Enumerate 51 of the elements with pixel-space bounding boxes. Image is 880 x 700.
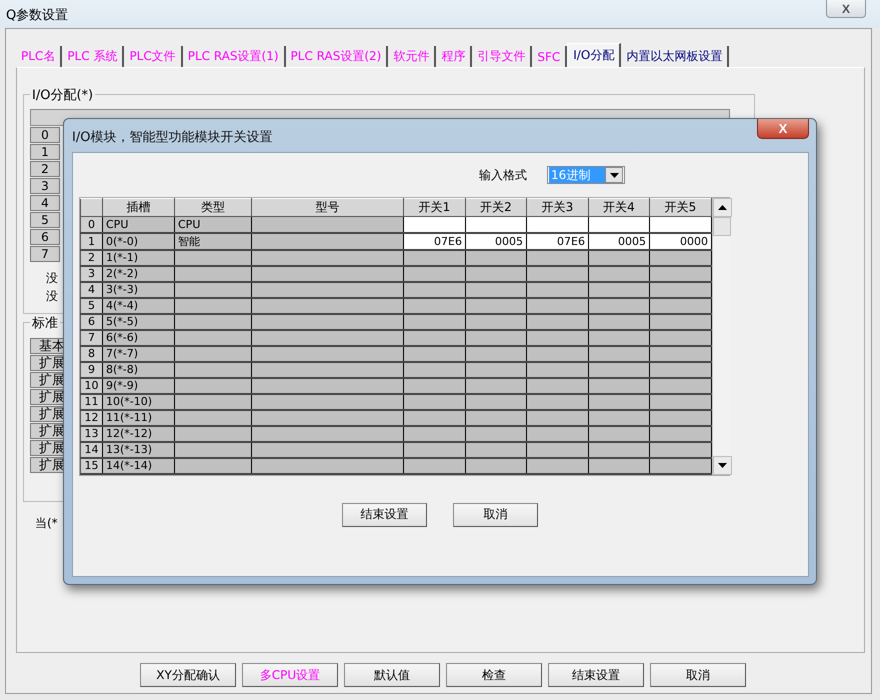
table-cell[interactable]	[588, 216, 650, 232]
column-header: 类型	[174, 198, 252, 216]
row-number: 7	[30, 246, 60, 262]
scroll-down-button[interactable]	[713, 456, 732, 474]
scrollbar[interactable]	[712, 198, 731, 474]
table-cell: CPU	[102, 216, 174, 232]
button[interactable]: 取消	[453, 502, 538, 526]
dropdown-arrow-button[interactable]	[605, 167, 623, 183]
table-cell[interactable]	[650, 216, 712, 232]
column-header: 开关2	[466, 198, 526, 216]
button[interactable]: 检查	[446, 663, 542, 687]
table-cell[interactable]	[466, 216, 526, 232]
tab[interactable]: I/O分配	[567, 43, 622, 67]
column-header: 插槽	[102, 198, 174, 216]
corner-cell	[80, 198, 102, 216]
row-number: 0	[30, 126, 60, 143]
button[interactable]: 取消	[650, 663, 746, 687]
column-header: 型号	[252, 198, 404, 216]
row-number: 6	[30, 228, 60, 245]
row-number: 4	[30, 194, 60, 211]
close-button[interactable]: X	[826, 0, 866, 18]
column-header: 开关5	[650, 198, 712, 216]
row-number: 3	[30, 178, 60, 194]
row-number: 2	[30, 160, 60, 177]
dropdown-value: 16进制	[549, 167, 605, 183]
table-cell[interactable]	[404, 216, 466, 232]
column-header: 开关3	[526, 198, 588, 216]
group-title: 标准	[30, 314, 60, 332]
button[interactable]: 结束设置	[548, 663, 644, 687]
row-number: 0	[80, 216, 102, 232]
field-label: 输入格式	[479, 166, 527, 184]
table-cell: CPU	[174, 216, 252, 232]
footnote-text: 当(*	[35, 515, 58, 532]
button[interactable]: 默认值	[344, 663, 440, 687]
group-title: I/O分配(*)	[30, 86, 96, 104]
note-text: 没	[46, 288, 58, 305]
row-number: 5	[30, 212, 60, 228]
button[interactable]: 结束设置	[342, 502, 427, 526]
caret-icon	[718, 462, 727, 468]
scroll-thumb[interactable]	[713, 217, 731, 236]
row-number: 1	[30, 144, 60, 160]
caret-icon	[718, 205, 727, 210]
window-title: Q参数设置	[6, 7, 68, 24]
column-header: 开关4	[588, 198, 650, 216]
column-header: 开关1	[404, 198, 466, 216]
scroll-up-button[interactable]	[713, 198, 732, 217]
table-cell[interactable]	[526, 216, 588, 232]
caret-icon	[610, 172, 618, 178]
note-text: 没	[46, 270, 58, 287]
dialog-title: I/O模块，智能型功能模块开关设置	[72, 129, 272, 146]
button[interactable]: XY分配确认	[140, 663, 236, 687]
